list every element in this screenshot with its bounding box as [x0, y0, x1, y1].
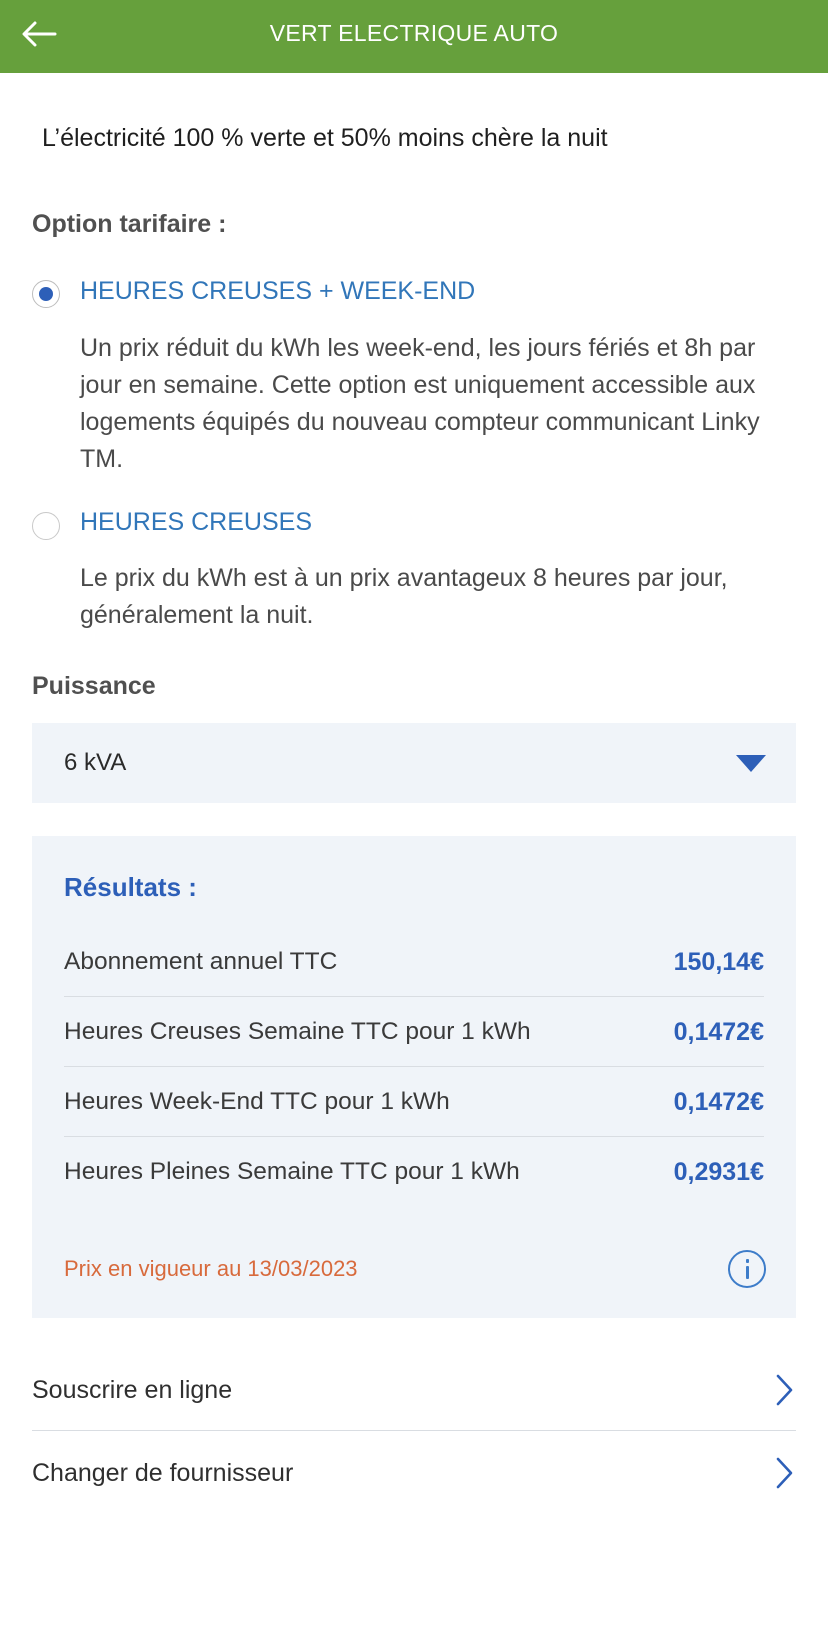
result-value: 0,1472€ [673, 1088, 764, 1116]
caret-down-icon [736, 755, 766, 772]
result-value: 150,14€ [673, 948, 764, 976]
result-label: Heures Creuses Semaine TTC pour 1 kWh [64, 1018, 531, 1045]
result-label: Abonnement annuel TTC [64, 948, 338, 975]
result-row: Heures Week-End TTC pour 1 kWh 0,1472€ [64, 1067, 764, 1137]
change-supplier-link[interactable]: Changer de fournisseur [32, 1432, 796, 1514]
result-row: Heures Pleines Semaine TTC pour 1 kWh 0,… [64, 1137, 764, 1207]
radio-hc[interactable] [32, 512, 60, 540]
results-title: Résultats : [64, 872, 197, 902]
result-value: 0,1472€ [673, 1018, 764, 1046]
radio-hc-weekend[interactable] [32, 280, 60, 308]
result-row: Abonnement annuel TTC 150,14€ [64, 927, 764, 997]
option-hc-description: Le prix du kWh est à un prix avantageux … [80, 564, 728, 629]
results-panel: Résultats : Abonnement annuel TTC 150,14… [32, 836, 796, 1318]
tariff-option-label: Option tarifaire : [32, 210, 227, 238]
result-label: Heures Week-End TTC pour 1 kWh [64, 1088, 450, 1115]
option-hc-title[interactable]: HEURES CREUSES [80, 508, 312, 537]
tagline: L’électricité 100 % verte et 50% moins c… [42, 124, 608, 152]
option-hc-weekend-description: Un prix réduit du kWh les week-end, les … [80, 334, 760, 473]
app-header: VERT ELECTRIQUE AUTO [0, 0, 828, 73]
power-label: Puissance [32, 672, 156, 700]
result-label: Heures Pleines Semaine TTC pour 1 kWh [64, 1158, 520, 1185]
result-value: 0,2931€ [673, 1158, 764, 1186]
chevron-right-icon [776, 1457, 793, 1489]
subscribe-online-link[interactable]: Souscrire en ligne [32, 1349, 796, 1431]
page-title: VERT ELECTRIQUE AUTO [269, 20, 559, 46]
subscribe-online-label: Souscrire en ligne [32, 1376, 233, 1404]
option-hc-weekend-title[interactable]: HEURES CREUSES + WEEK-END [80, 277, 475, 306]
change-supplier-label: Changer de fournisseur [32, 1459, 294, 1487]
power-select[interactable]: 6 kVA [32, 723, 796, 803]
result-row: Heures Creuses Semaine TTC pour 1 kWh 0,… [64, 997, 764, 1067]
chevron-right-icon [776, 1374, 793, 1406]
power-select-value: 6 kVA [64, 749, 127, 776]
price-date: Prix en vigueur au 13/03/2023 [64, 1256, 358, 1281]
info-icon[interactable] [728, 1250, 766, 1288]
